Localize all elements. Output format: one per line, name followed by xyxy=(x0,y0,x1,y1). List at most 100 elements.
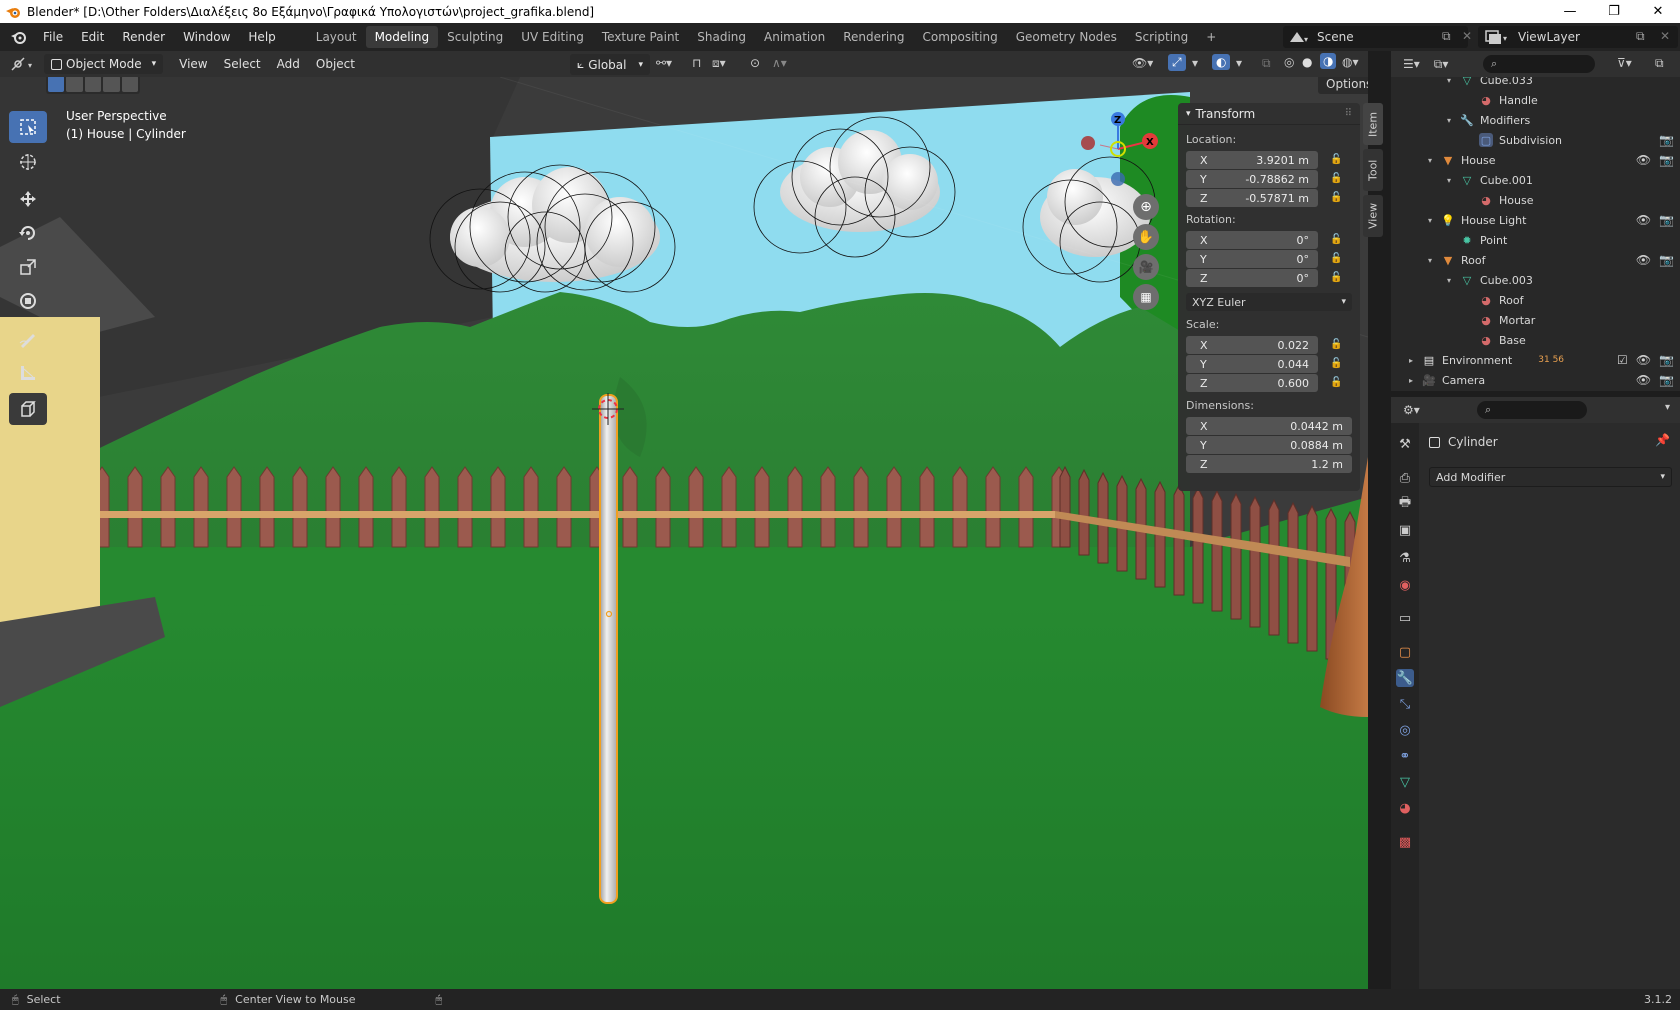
close-button[interactable]: ✕ xyxy=(1636,0,1680,23)
tab-uv-editing[interactable]: UV Editing xyxy=(512,26,593,48)
rotation-mode-dropdown[interactable]: XYZ Euler ▾ xyxy=(1186,293,1352,311)
eye-icon[interactable]: 👁 xyxy=(1636,213,1651,227)
cursor-tool-icon[interactable] xyxy=(9,146,47,178)
lock-rotation-z-icon[interactable]: 🔓 xyxy=(1330,272,1344,284)
transform-panel-header[interactable]: ▾ Transform ⠿ xyxy=(1178,103,1360,125)
wireframe-shading-icon[interactable]: ◎ xyxy=(1284,55,1294,69)
pin-icon[interactable]: 📌 xyxy=(1655,433,1670,447)
menu-object[interactable]: Object xyxy=(308,57,363,71)
eye-icon[interactable]: 👁 xyxy=(1636,253,1651,267)
tab-modeling[interactable]: Modeling xyxy=(365,26,439,48)
lock-rotation-y-icon[interactable]: 🔓 xyxy=(1330,253,1344,265)
tab-shading[interactable]: Shading xyxy=(688,26,755,48)
render-properties-icon[interactable]: ⎙ xyxy=(1396,469,1414,487)
menu-select[interactable]: Select xyxy=(216,57,269,71)
drag-handle-icon[interactable]: ⠿ xyxy=(1345,108,1352,119)
expand-toggle-icon[interactable]: ▾ xyxy=(1425,256,1435,265)
falloff-icon[interactable]: ∧▾ xyxy=(772,56,787,70)
view-layer-properties-icon[interactable]: ▣ xyxy=(1396,521,1414,539)
transform-tool-icon[interactable] xyxy=(9,285,47,317)
ortho-toggle-icon[interactable]: ▦ xyxy=(1133,284,1159,310)
add-cube-tool-icon[interactable] xyxy=(9,393,47,425)
overlay-toggle-icon[interactable]: ◐ xyxy=(1212,54,1231,70)
render-camera-icon[interactable]: 📷 xyxy=(1659,373,1674,387)
eye-icon[interactable]: 👁 xyxy=(1636,353,1651,367)
outliner-editor-type-icon[interactable]: ☰▾ xyxy=(1403,57,1420,71)
world-properties-icon[interactable]: ◉ xyxy=(1396,576,1414,594)
tab-rendering[interactable]: Rendering xyxy=(834,26,913,48)
dimensions-y-field[interactable]: Y 0.0884 m xyxy=(1186,436,1352,454)
gizmo-toggle-icon[interactable]: ⤢ xyxy=(1168,54,1186,71)
physics-properties-icon[interactable]: ◎ xyxy=(1396,721,1414,739)
dimensions-x-field[interactable]: X 0.0442 m xyxy=(1186,417,1352,435)
modifier-properties-icon[interactable]: 🔧 xyxy=(1396,669,1414,687)
pivot-point-icon[interactable]: ⚯▾ xyxy=(656,56,672,70)
output-properties-icon[interactable]: 🖶 xyxy=(1396,495,1414,513)
add-modifier-dropdown[interactable]: Add Modifier ▾ xyxy=(1429,467,1672,487)
outliner-row[interactable]: ▾ 💡 House Light 👁 📷 xyxy=(1391,210,1680,230)
menu-edit[interactable]: Edit xyxy=(72,30,113,44)
render-camera-icon[interactable]: 📷 xyxy=(1659,213,1674,227)
move-tool-icon[interactable] xyxy=(9,183,47,215)
maximize-button[interactable]: ❐ xyxy=(1592,0,1636,23)
location-y-field[interactable]: Y -0.78862 m xyxy=(1186,170,1318,188)
outliner-row[interactable]: ▾ ▽ Cube.001 xyxy=(1391,170,1680,190)
location-x-field[interactable]: X 3.9201 m xyxy=(1186,151,1318,169)
gizmo-neg-x-axis[interactable] xyxy=(1081,136,1095,150)
scale-x-field[interactable]: X 0.022 xyxy=(1186,336,1318,354)
lock-scale-y-icon[interactable]: 🔓 xyxy=(1330,358,1344,370)
render-camera-icon[interactable]: 📷 xyxy=(1659,253,1674,267)
expand-toggle-icon[interactable]: ▾ xyxy=(1444,77,1454,85)
zoom-icon[interactable]: ⊕ xyxy=(1133,194,1159,220)
outliner-row[interactable]: ▾ 🔧 Modifiers xyxy=(1391,110,1680,130)
expand-toggle-icon[interactable]: ▸ xyxy=(1406,376,1416,385)
measure-tool-icon[interactable] xyxy=(9,357,47,389)
expand-toggle-icon[interactable]: ▾ xyxy=(1425,216,1435,225)
menu-render[interactable]: Render xyxy=(113,30,174,44)
checkbox-icon[interactable]: ☑ xyxy=(1617,353,1628,367)
eye-icon[interactable]: 👁 xyxy=(1636,153,1651,167)
tool-properties-icon[interactable]: ⚒ xyxy=(1396,435,1414,453)
scene-icon[interactable]: ▾ xyxy=(1288,30,1310,44)
expand-toggle-icon[interactable]: ▾ xyxy=(1425,156,1435,165)
outliner-row[interactable]: ◕ Mortar xyxy=(1391,310,1680,330)
tab-scripting[interactable]: Scripting xyxy=(1126,26,1197,48)
constraints-properties-icon[interactable]: ⚭ xyxy=(1396,747,1414,765)
lock-location-z-icon[interactable]: 🔓 xyxy=(1330,192,1344,204)
snap-icon[interactable]: ⊓ xyxy=(692,56,701,70)
add-workspace-button[interactable]: + xyxy=(1197,26,1225,48)
outliner-search-input[interactable]: ⌕ xyxy=(1483,55,1595,73)
object-mode-dropdown[interactable]: Object Mode ▾ xyxy=(44,54,164,74)
select-extend-icon[interactable] xyxy=(66,77,83,92)
rotation-x-field[interactable]: X 0° xyxy=(1186,231,1318,249)
outliner-row[interactable]: ▸ ▤ Environment 31 56 ☑ 👁 📷 xyxy=(1391,350,1680,370)
menu-add[interactable]: Add xyxy=(269,57,308,71)
collection-properties-icon[interactable]: ▭ xyxy=(1396,609,1414,627)
snap-target-icon[interactable]: ⧈▾ xyxy=(712,56,726,71)
select-new-icon[interactable] xyxy=(48,77,65,92)
solid-shading-icon[interactable]: ● xyxy=(1302,55,1312,69)
selection-mode-buttons[interactable] xyxy=(46,77,140,94)
options-button[interactable]: Options ▾ xyxy=(1318,77,1368,94)
viewlayer-icon[interactable]: ▾ xyxy=(1484,29,1510,45)
menu-file[interactable]: File xyxy=(34,30,72,44)
scene-properties-icon[interactable]: ⚗ xyxy=(1396,549,1414,567)
outliner-row[interactable]: ▾ ▽ Cube.003 xyxy=(1391,270,1680,290)
lock-location-x-icon[interactable]: 🔓 xyxy=(1330,154,1344,166)
tab-texture-paint[interactable]: Texture Paint xyxy=(593,26,688,48)
expand-toggle-icon[interactable]: ▾ xyxy=(1444,276,1454,285)
tab-tool[interactable]: Tool xyxy=(1363,149,1383,191)
gizmo-dropdown-icon[interactable]: ▾ xyxy=(1192,56,1198,70)
visibility-icon[interactable]: 👁▾ xyxy=(1132,56,1153,70)
chevron-down-icon[interactable]: ▾ xyxy=(1665,402,1670,413)
menu-window[interactable]: Window xyxy=(174,30,239,44)
proportional-edit-icon[interactable]: ⊙ xyxy=(750,56,760,70)
render-camera-icon[interactable]: 📷 xyxy=(1659,133,1674,147)
rotation-z-field[interactable]: Z 0° xyxy=(1186,269,1318,287)
new-scene-icon[interactable]: ⧉ xyxy=(1442,29,1451,44)
gizmo-neg-z-axis[interactable] xyxy=(1111,172,1125,186)
xray-toggle-icon[interactable]: ⧉ xyxy=(1262,56,1271,71)
outliner-row[interactable]: ◕ Base xyxy=(1391,330,1680,350)
tab-item[interactable]: Item xyxy=(1363,103,1383,145)
tab-compositing[interactable]: Compositing xyxy=(913,26,1006,48)
